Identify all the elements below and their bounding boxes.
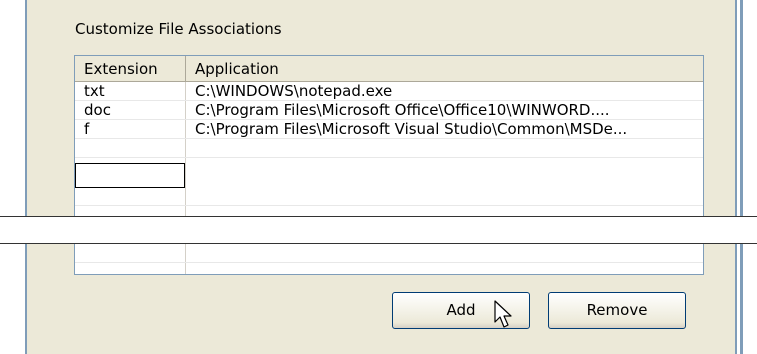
cell-application: C:\WINDOWS\notepad.exe [195,82,393,100]
new-extension-input[interactable] [75,163,185,188]
panel-edge [740,0,743,354]
remove-button[interactable]: Remove [548,292,686,329]
table-row[interactable]: txt C:\WINDOWS\notepad.exe [75,82,703,101]
group-title: Customize File Associations [75,20,282,38]
table-row[interactable]: f C:\Program Files\Microsoft Visual Stud… [75,120,703,139]
screenshot-cut-strip [0,216,757,244]
mouse-pointer-icon [494,300,512,328]
table-row-empty[interactable] [75,244,703,263]
table-row-empty[interactable] [75,139,703,158]
cell-application: C:\Program Files\Microsoft Office\Office… [195,101,610,119]
cell-application: C:\Program Files\Microsoft Visual Studio… [195,120,628,138]
cell-extension: txt [84,82,105,100]
column-header-extension[interactable]: Extension [75,56,186,82]
column-header-application[interactable]: Application [186,56,703,82]
cell-extension: doc [84,101,111,119]
table-row[interactable]: doc C:\Program Files\Microsoft Office\Of… [75,101,703,120]
table-row-empty[interactable] [75,187,703,206]
cell-extension: f [84,120,90,138]
